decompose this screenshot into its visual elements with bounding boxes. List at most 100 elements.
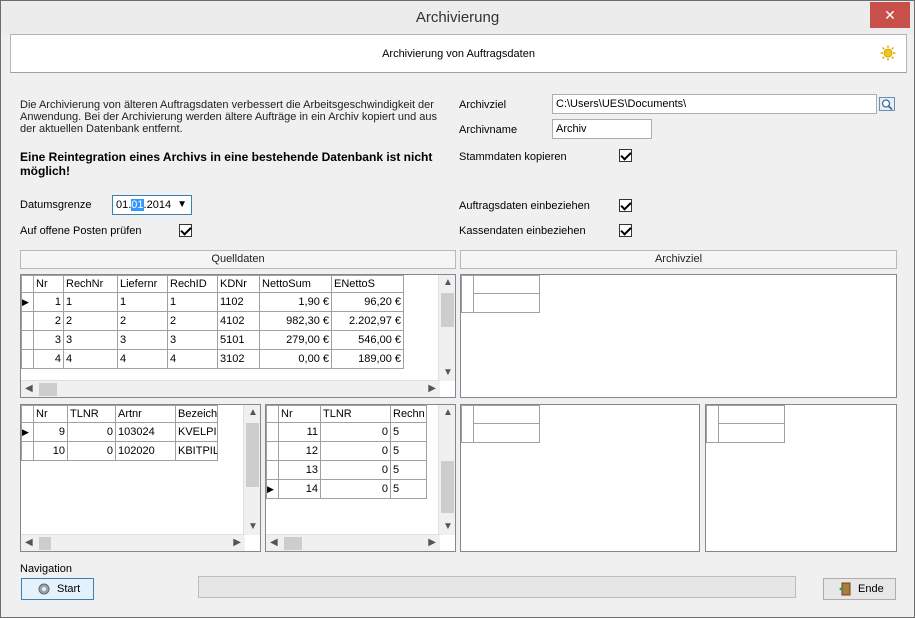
row-header[interactable]: [21, 349, 34, 369]
table-cell[interactable]: 4: [117, 349, 168, 369]
column-header[interactable]: NettoSum: [259, 275, 332, 293]
table-cell[interactable]: 4102: [217, 311, 260, 331]
column-header[interactable]: Liefernr: [117, 275, 168, 293]
row-header[interactable]: [21, 441, 34, 461]
table-cell[interactable]: 4: [167, 349, 218, 369]
table-cell[interactable]: 279,00 €: [259, 330, 332, 350]
row-header[interactable]: [21, 311, 34, 331]
table-cell[interactable]: 5: [390, 460, 427, 480]
table-cell[interactable]: 4: [63, 349, 118, 369]
table-cell[interactable]: 3: [167, 330, 218, 350]
table-cell[interactable]: 0: [320, 479, 391, 499]
horizontal-scrollbar[interactable]: ◀ ▶: [266, 534, 440, 551]
table-cell[interactable]: 2: [167, 311, 218, 331]
table-row[interactable]: 111111021,90 €96,20 €: [21, 292, 404, 312]
archive-target-grid[interactable]: [460, 274, 897, 398]
table-row[interactable]: 90103024KVELPIL: [21, 422, 218, 442]
table-cell[interactable]: 1: [117, 292, 168, 312]
table-cell[interactable]: 3102: [217, 349, 260, 369]
vertical-scrollbar[interactable]: ▲ ▼: [438, 405, 455, 535]
table-cell[interactable]: 5: [390, 422, 427, 442]
orders-checkbox[interactable]: [619, 199, 632, 212]
close-button[interactable]: ✕: [870, 2, 910, 28]
date-picker[interactable]: 01.01.2014 ▼: [112, 195, 192, 215]
row-header[interactable]: [21, 292, 34, 312]
table-cell[interactable]: 9: [33, 422, 68, 442]
table-cell[interactable]: 2: [33, 311, 64, 331]
column-header[interactable]: Bezeichn: [175, 405, 218, 423]
table-cell[interactable]: 3: [117, 330, 168, 350]
table-cell[interactable]: 1102: [217, 292, 260, 312]
table-cell[interactable]: 2: [117, 311, 168, 331]
table-cell[interactable]: 2.202,97 €: [331, 311, 404, 331]
horizontal-scrollbar[interactable]: ◀ ▶: [21, 534, 245, 551]
table-cell[interactable]: 0: [320, 441, 391, 461]
table-cell[interactable]: 0: [67, 422, 116, 442]
table-cell[interactable]: 2: [63, 311, 118, 331]
row-header[interactable]: [266, 441, 279, 461]
table-row[interactable]: 1405: [266, 479, 427, 499]
table-cell[interactable]: 12: [278, 441, 321, 461]
column-header[interactable]: KDNr: [217, 275, 260, 293]
vertical-scrollbar[interactable]: ▲ ▼: [243, 405, 260, 535]
table-cell[interactable]: 10: [33, 441, 68, 461]
master-data-checkbox[interactable]: [619, 149, 632, 162]
vertical-scrollbar[interactable]: ▲ ▼: [438, 275, 455, 381]
table-cell[interactable]: 1: [33, 292, 64, 312]
archive-target-input[interactable]: C:\Users\UES\Documents\: [552, 94, 877, 114]
items-grid[interactable]: NrTLNRArtnrBezeichn90103024KVELPIL100102…: [20, 404, 261, 552]
table-cell[interactable]: 1: [167, 292, 218, 312]
column-header[interactable]: Nr: [33, 405, 68, 423]
column-header[interactable]: ENettoS: [331, 275, 404, 293]
chevron-down-icon[interactable]: ▼: [177, 199, 187, 210]
browse-folder-icon[interactable]: [879, 96, 895, 112]
table-cell[interactable]: 0: [67, 441, 116, 461]
column-header[interactable]: TLNR: [67, 405, 116, 423]
table-cell[interactable]: 103024: [115, 422, 176, 442]
sub-grid[interactable]: NrTLNRRechn1105120513051405 ▲ ▼ ◀ ▶: [265, 404, 456, 552]
table-cell[interactable]: 5: [390, 479, 427, 499]
archive-name-input[interactable]: Archiv: [552, 119, 652, 139]
archive-items-grid[interactable]: [460, 404, 700, 552]
table-cell[interactable]: 3: [63, 330, 118, 350]
table-cell[interactable]: 0: [320, 422, 391, 442]
column-header[interactable]: RechNr: [63, 275, 118, 293]
column-header[interactable]: TLNR: [320, 405, 391, 423]
cash-checkbox[interactable]: [619, 224, 632, 237]
table-row[interactable]: 3 3 3 3 5101 279,00 €546,00 €: [21, 330, 404, 350]
table-cell[interactable]: 189,00 €: [331, 349, 404, 369]
invoice-grid[interactable]: Nr RechNr Liefernr RechID KDNr NettoSum ENetto…: [20, 274, 456, 398]
column-header[interactable]: Nr: [278, 405, 321, 423]
table-cell[interactable]: KBITPIL: [175, 441, 218, 461]
table-cell[interactable]: 982,30 €: [259, 311, 332, 331]
horizontal-scrollbar[interactable]: ◀ ▶: [21, 380, 440, 397]
table-cell[interactable]: KVELPIL: [175, 422, 218, 442]
table-cell[interactable]: 0,00 €: [259, 349, 332, 369]
table-row[interactable]: 13 0 5: [266, 460, 427, 480]
table-cell[interactable]: 13: [278, 460, 321, 480]
table-cell[interactable]: 4: [33, 349, 64, 369]
end-button[interactable]: Ende: [823, 578, 896, 600]
table-cell[interactable]: 14: [278, 479, 321, 499]
table-row[interactable]: 11 0 5: [266, 422, 427, 442]
open-items-checkbox[interactable]: [179, 224, 192, 237]
column-header[interactable]: Rechn: [390, 405, 427, 423]
table-row[interactable]: 10 0 102020 KBITPIL: [21, 441, 218, 461]
start-button[interactable]: Start: [21, 578, 94, 600]
table-cell[interactable]: 102020: [115, 441, 176, 461]
row-header[interactable]: [266, 460, 279, 480]
table-cell[interactable]: 1: [63, 292, 118, 312]
table-row[interactable]: 2 2 2 2 4102 982,30 €2.202,97 €: [21, 311, 404, 331]
table-cell[interactable]: 3: [33, 330, 64, 350]
row-header[interactable]: [266, 479, 279, 499]
table-cell[interactable]: 1,90 €: [259, 292, 332, 312]
table-row[interactable]: 4 4 4 4 3102 0,00 €189,00 €: [21, 349, 404, 369]
table-cell[interactable]: 0: [320, 460, 391, 480]
column-header[interactable]: Artnr: [115, 405, 176, 423]
table-cell[interactable]: 546,00 €: [331, 330, 404, 350]
row-header[interactable]: [266, 422, 279, 442]
row-header[interactable]: [21, 422, 34, 442]
table-cell[interactable]: 96,20 €: [331, 292, 404, 312]
table-cell[interactable]: 5: [390, 441, 427, 461]
column-header[interactable]: Nr: [33, 275, 64, 293]
